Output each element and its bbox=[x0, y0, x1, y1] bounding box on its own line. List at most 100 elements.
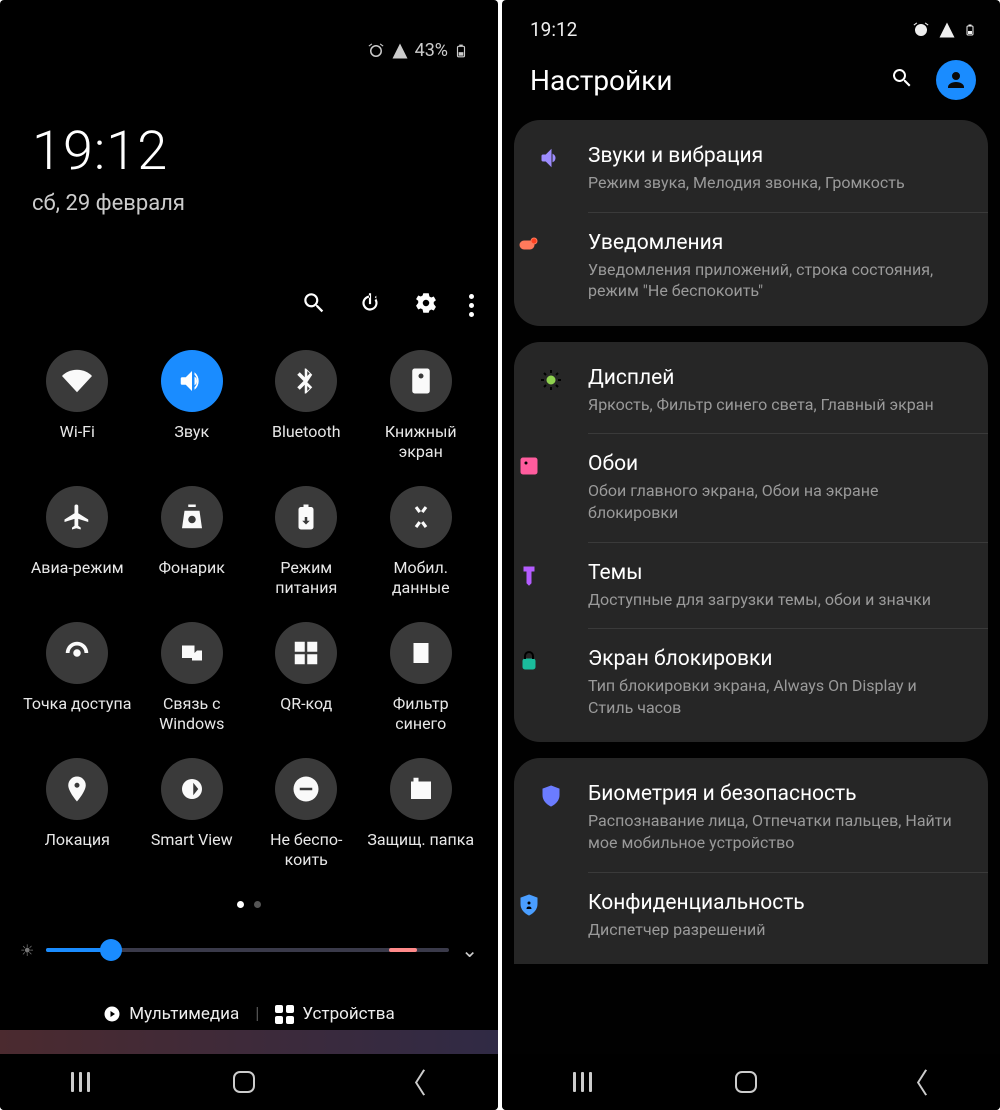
qs-tile-11[interactable]: Фильтр синего bbox=[364, 622, 479, 752]
nav-back-button[interactable]: 〈 bbox=[900, 1062, 928, 1102]
settings-row-title: Звуки и вибрация bbox=[588, 144, 964, 168]
qs-tile-label: Фонарик bbox=[159, 558, 225, 578]
devices-label: Устройства bbox=[302, 1004, 394, 1024]
battery-icon bbox=[454, 41, 468, 61]
qs-tile-icon-12 bbox=[46, 758, 108, 820]
media-output-button[interactable]: Мультимедиа bbox=[103, 1004, 239, 1024]
nav-recents-button[interactable] bbox=[573, 1072, 592, 1092]
signal-icon bbox=[938, 21, 956, 39]
settings-row[interactable]: Биометрия и безопасность Распознавание л… bbox=[514, 764, 988, 871]
qs-tile-1[interactable]: Звук bbox=[135, 350, 250, 480]
settings-row-title: Конфиденциальность bbox=[588, 891, 964, 915]
qs-tile-3[interactable]: Книжный экран bbox=[364, 350, 479, 480]
qs-tile-label: Smart View bbox=[151, 830, 233, 850]
more-menu-button[interactable] bbox=[469, 294, 474, 317]
search-button[interactable] bbox=[301, 290, 327, 320]
settings-row[interactable]: Конфиденциальность Диспетчер разрешений bbox=[588, 872, 988, 959]
settings-card: Звуки и вибрация Режим звука, Мелодия зв… bbox=[514, 120, 988, 326]
account-avatar-button[interactable] bbox=[936, 60, 976, 100]
navigation-bar: 〈 bbox=[0, 1054, 498, 1110]
qs-tile-label: Локация bbox=[45, 830, 110, 850]
settings-row-icon bbox=[514, 452, 566, 478]
qs-tile-8[interactable]: Точка доступа bbox=[20, 622, 135, 752]
settings-row[interactable]: Темы Доступные для загрузки темы, обои и… bbox=[588, 542, 988, 629]
settings-row-title: Дисплей bbox=[588, 366, 964, 390]
settings-row-title: Темы bbox=[588, 561, 964, 585]
settings-row-subtitle: Режим звука, Мелодия звонка, Громкость bbox=[588, 172, 964, 194]
clock-time: 19:12 bbox=[32, 120, 185, 183]
settings-row-subtitle: Доступные для загрузки темы, обои и знач… bbox=[588, 589, 964, 611]
brightness-expand-button[interactable]: ⌄ bbox=[461, 938, 478, 962]
settings-row-icon bbox=[514, 891, 566, 917]
settings-card: Биометрия и безопасность Распознавание л… bbox=[514, 758, 988, 964]
nav-recents-button[interactable] bbox=[71, 1072, 90, 1092]
battery-percent: 43% bbox=[415, 40, 448, 61]
qs-tile-label: Wi-Fi bbox=[60, 422, 95, 442]
status-bar: 43% bbox=[367, 40, 468, 61]
qs-tile-icon-14 bbox=[275, 758, 337, 820]
nav-back-button[interactable]: 〈 bbox=[398, 1062, 426, 1102]
search-button[interactable] bbox=[890, 66, 914, 94]
settings-row-icon bbox=[536, 782, 566, 808]
settings-row-icon bbox=[514, 647, 566, 673]
settings-row[interactable]: Экран блокировки Тип блокировки экрана, … bbox=[588, 628, 988, 736]
nav-home-button[interactable] bbox=[735, 1071, 757, 1093]
settings-row[interactable]: Дисплей Яркость, Фильтр синего света, Гл… bbox=[514, 348, 988, 434]
brightness-low-icon: ☀ bbox=[20, 941, 34, 960]
settings-row-icon bbox=[536, 144, 566, 170]
qs-tile-icon-3 bbox=[390, 350, 452, 412]
settings-row[interactable]: Обои Обои главного экрана, Обои на экран… bbox=[588, 433, 988, 541]
qs-tile-6[interactable]: Режим питания bbox=[249, 486, 364, 616]
devices-button[interactable]: Устройства bbox=[275, 1004, 394, 1024]
alarm-icon bbox=[367, 42, 385, 60]
qs-tile-9[interactable]: Связь с Windows bbox=[135, 622, 250, 752]
qs-tile-label: Не беспо-коить bbox=[251, 830, 361, 870]
qs-tile-label: Точка доступа bbox=[23, 694, 131, 714]
qs-tile-label: Авиа-режим bbox=[31, 558, 124, 578]
qs-tile-13[interactable]: Smart View bbox=[135, 758, 250, 888]
qs-tile-7[interactable]: Мобил. данные bbox=[364, 486, 479, 616]
quick-settings-panel: 43% 19:12 сб, 29 февраля Wi-Fi Звук bbox=[0, 0, 498, 1110]
settings-row-title: Биометрия и безопасность bbox=[588, 782, 964, 806]
qs-tile-icon-15 bbox=[390, 758, 452, 820]
settings-row[interactable]: Звуки и вибрация Режим звука, Мелодия зв… bbox=[514, 126, 988, 212]
settings-app: 19:12 Настройки Звуки и вибрация Режим з… bbox=[502, 0, 1000, 1110]
settings-card: Дисплей Яркость, Фильтр синего света, Гл… bbox=[514, 342, 988, 743]
qs-tile-label: Мобил. данные bbox=[366, 558, 476, 598]
clock-block: 19:12 сб, 29 февраля bbox=[32, 120, 185, 216]
settings-row-icon bbox=[514, 231, 566, 257]
settings-row-subtitle: Уведомления приложений, строка состояния… bbox=[588, 259, 964, 302]
qs-tile-label: Режим питания bbox=[251, 558, 361, 598]
qs-tile-0[interactable]: Wi-Fi bbox=[20, 350, 135, 480]
qs-tile-label: Связь с Windows bbox=[137, 694, 247, 734]
settings-row-title: Обои bbox=[588, 452, 964, 476]
power-button[interactable] bbox=[357, 290, 383, 320]
qs-tile-icon-7 bbox=[390, 486, 452, 548]
qs-tile-12[interactable]: Локация bbox=[20, 758, 135, 888]
settings-row-title: Уведомления bbox=[588, 231, 964, 255]
status-time: 19:12 bbox=[530, 18, 577, 41]
qs-tile-5[interactable]: Фонарик bbox=[135, 486, 250, 616]
settings-row-subtitle: Яркость, Фильтр синего света, Главный эк… bbox=[588, 394, 964, 416]
qs-tile-icon-10 bbox=[275, 622, 337, 684]
settings-title: Настройки bbox=[530, 64, 672, 97]
qs-tile-icon-11 bbox=[390, 622, 452, 684]
settings-gear-button[interactable] bbox=[413, 290, 439, 320]
status-bar: 19:12 bbox=[530, 18, 976, 41]
qs-tile-label: Книжный экран bbox=[366, 422, 476, 462]
qs-tile-label: Звук bbox=[174, 422, 209, 442]
qs-tile-label: Защищ. папка bbox=[367, 830, 474, 850]
qs-tile-icon-5 bbox=[161, 486, 223, 548]
media-label: Мультимедиа bbox=[129, 1004, 239, 1024]
qs-tile-4[interactable]: Авиа-режим bbox=[20, 486, 135, 616]
settings-row-title: Экран блокировки bbox=[588, 647, 964, 671]
qs-tile-14[interactable]: Не беспо-коить bbox=[249, 758, 364, 888]
qs-tile-2[interactable]: Bluetooth bbox=[249, 350, 364, 480]
brightness-slider[interactable]: ☀ ⌄ bbox=[20, 938, 478, 962]
qs-tile-10[interactable]: QR-код bbox=[249, 622, 364, 752]
qs-tile-15[interactable]: Защищ. папка bbox=[364, 758, 479, 888]
clock-date: сб, 29 февраля bbox=[32, 191, 185, 216]
nav-home-button[interactable] bbox=[233, 1071, 255, 1093]
battery-icon bbox=[964, 21, 976, 39]
settings-row[interactable]: Уведомления Уведомления приложений, стро… bbox=[588, 212, 988, 320]
